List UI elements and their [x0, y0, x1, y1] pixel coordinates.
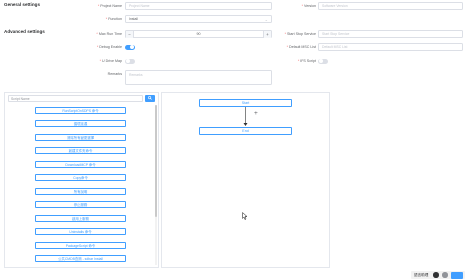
max-run-time-value: 90 — [196, 31, 201, 36]
script-item[interactable]: 創建文件夾命令 — [35, 147, 126, 154]
ifs-script-toggle[interactable] — [318, 58, 328, 64]
flow-canvas[interactable]: Start + End — [161, 92, 330, 268]
flow-end-node[interactable]: End — [199, 127, 292, 135]
script-list-scroll-thumb[interactable] — [155, 105, 157, 217]
version-input[interactable]: Software Version — [318, 1, 463, 10]
flow-connector — [243, 107, 248, 126]
submit-button[interactable] — [451, 271, 463, 279]
script-item[interactable]: Copy命令 — [35, 174, 126, 181]
ifs-script-label: *IFS Script — [297, 59, 316, 63]
settings-icon[interactable] — [442, 272, 448, 278]
debug-enable-label: *Debug Enable — [96, 45, 122, 49]
search-icon — [147, 96, 152, 100]
script-item[interactable]: RunScriptOnSDPS 命令 — [35, 106, 126, 114]
script-item[interactable]: DownloadMCP 命令 — [35, 160, 126, 168]
function-select[interactable]: Install ⌄ — [125, 14, 272, 23]
general-settings-title: General settings — [4, 2, 40, 7]
script-item[interactable]: PackageScript 命令 — [35, 241, 126, 249]
increment-button[interactable]: + — [263, 30, 271, 38]
max-run-time-stepper[interactable]: − 90 + — [125, 29, 272, 38]
decrement-button[interactable]: − — [126, 30, 134, 38]
script-item[interactable]: 停止服務 — [35, 201, 126, 208]
debug-enable-toggle[interactable] — [125, 44, 135, 50]
script-item[interactable]: 公共CMDB查詢 - sdbar Install — [35, 255, 126, 262]
function-value: Install — [129, 16, 138, 21]
version-label: *Version — [301, 4, 316, 8]
script-item[interactable]: 循環延遲 — [35, 120, 126, 127]
mouse-cursor-icon — [242, 212, 247, 220]
remarks-textarea[interactable]: Remarks — [125, 70, 272, 85]
project-name-input[interactable]: Project Name — [125, 1, 272, 10]
footer-text: 語言助理 — [414, 272, 429, 277]
start-stop-service-input[interactable]: Start Stop Service — [318, 29, 463, 38]
default-msc-list-label: *Default MSC List — [286, 45, 316, 49]
project-name-label: *Project Name — [97, 4, 122, 8]
advanced-settings-title: Advanced settings — [4, 29, 45, 34]
script-item[interactable]: 所有說明 — [35, 187, 126, 195]
default-msc-list-input[interactable]: Default MSC List — [318, 42, 463, 51]
script-search-button[interactable] — [144, 94, 155, 102]
script-list-panel: Script Name RunScriptOnSDPS 命令 循環延遲清除所有變更… — [4, 92, 159, 268]
script-item[interactable]: Uninstalls 命令 — [35, 228, 126, 235]
u-drive-map-label: *U Drive Map — [99, 59, 122, 63]
script-item[interactable]: 啟用上服務 — [35, 214, 126, 222]
u-drive-map-toggle[interactable] — [125, 58, 135, 64]
avatar-icon[interactable] — [433, 272, 439, 278]
script-search-input[interactable]: Script Name — [8, 94, 143, 102]
chevron-down-icon: ⌄ — [264, 16, 268, 22]
function-label: *Function — [105, 17, 122, 21]
max-run-time-label: *Max Run Time — [96, 31, 122, 36]
bottom-toolbar: 語言助理 — [411, 271, 465, 279]
remarks-label: Remarks — [107, 72, 122, 76]
start-stop-service-label: *Start Stop Service — [284, 31, 316, 36]
script-item[interactable]: 清除所有變更選擇 — [35, 133, 126, 141]
add-node-icon[interactable]: + — [254, 110, 258, 117]
